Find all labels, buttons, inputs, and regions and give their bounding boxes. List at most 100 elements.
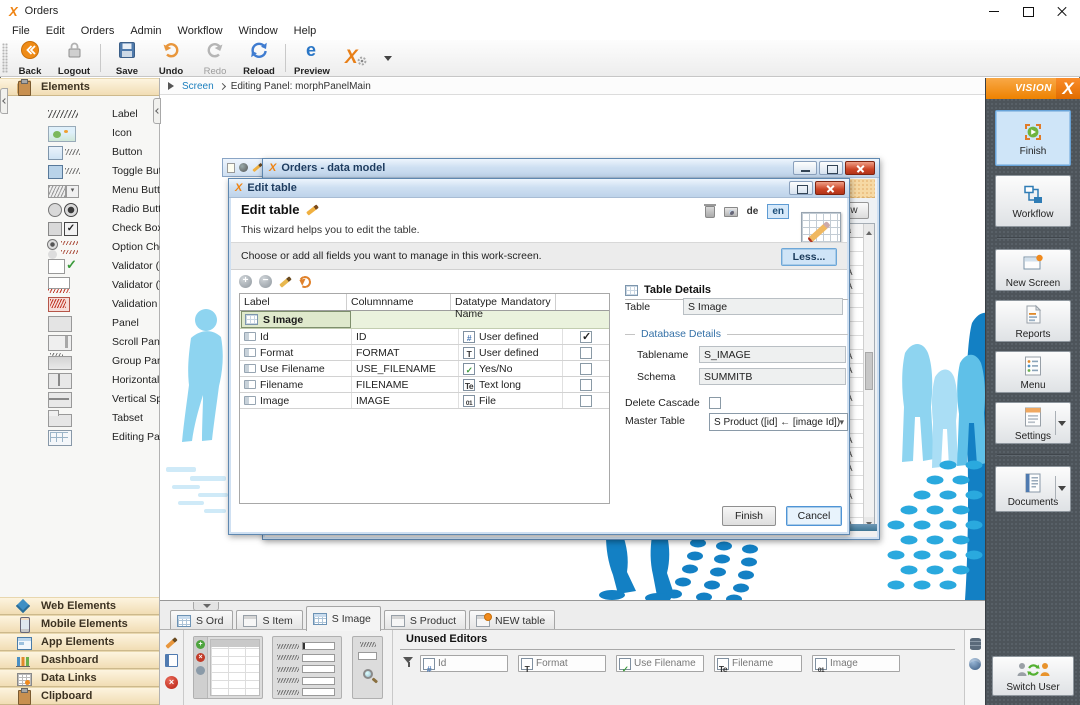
fields-grid[interactable]: Label Columnname Datatype Name Mandatory S … [239, 293, 610, 504]
grid-row[interactable]: Id ID # User defined [240, 329, 609, 345]
search-widget-thumbnail[interactable] [352, 636, 383, 699]
close-button[interactable] [815, 181, 845, 195]
mandatory-checkbox[interactable] [580, 394, 592, 407]
menu-item[interactable]: Help [286, 22, 325, 40]
palette-item[interactable]: Menu Button [0, 180, 172, 199]
scroll-up-icon[interactable] [864, 224, 874, 235]
finish-button[interactable]: Finish [722, 506, 776, 526]
grid-row[interactable]: Filename FILENAME Te Text long [240, 377, 609, 393]
sidebar-collapse-handle-left[interactable] [0, 88, 8, 114]
sidebar-collapse-handle[interactable] [153, 98, 161, 124]
palette-item[interactable]: Tabset [0, 408, 159, 427]
switch-user-button[interactable]: Switch User [992, 656, 1074, 696]
grid-row[interactable]: Use Filename USE_FILENAME ✓ Yes/No [240, 361, 609, 377]
menu-item[interactable]: Orders [73, 22, 123, 40]
table-widget-thumbnail[interactable]: + × [193, 636, 263, 699]
scroll-thumb[interactable] [865, 351, 873, 390]
mandatory-checkbox[interactable] [580, 346, 592, 359]
preview-button[interactable]: e Preview [291, 40, 333, 77]
palette-item[interactable]: Vertical Split [0, 389, 170, 408]
grid-row[interactable]: Image IMAGE 01 File [240, 393, 609, 409]
edit-table-titlebar[interactable]: X Edit table [229, 179, 849, 198]
save-button[interactable]: Save [106, 41, 148, 77]
edit-icon[interactable] [165, 637, 178, 649]
schema-value[interactable]: SUMMITB [699, 368, 846, 385]
grid-column-header[interactable]: Mandatory [497, 294, 556, 310]
palette-item[interactable]: Label [0, 104, 159, 123]
minimize-button[interactable] [977, 0, 1011, 22]
unused-editor-chip[interactable]: Te Filename [714, 655, 802, 674]
visionx-documents-button[interactable]: Documents [995, 466, 1071, 512]
menu-item[interactable]: Admin [122, 22, 169, 40]
grid-group-row[interactable]: S Image [240, 311, 609, 329]
unused-editor-chip[interactable]: # Id [420, 655, 508, 674]
sidebar-section-header[interactable]: Web Elements [0, 597, 159, 615]
cancel-button[interactable]: Cancel [786, 506, 842, 526]
sidebar-section-header[interactable]: Clipboard [0, 687, 159, 705]
palette-item[interactable]: Validator (Image) [0, 256, 192, 275]
palette-item[interactable]: Radio Button [0, 199, 173, 218]
filter-funnel-icon[interactable] [403, 657, 414, 667]
palette-item[interactable]: Icon [0, 123, 159, 142]
table-tab[interactable]: NEW table [469, 610, 556, 631]
sidebar-section-header[interactable]: Mobile Elements [0, 615, 159, 633]
visionx-workflow-button[interactable]: Workflow [995, 175, 1071, 227]
undo-button[interactable]: Undo [150, 41, 192, 77]
menu-item[interactable]: Edit [38, 22, 73, 40]
sidebar-section-header[interactable]: Dashboard [0, 651, 159, 669]
table-tab[interactable]: S Product [383, 610, 466, 631]
unused-editor-chip[interactable]: T Format [518, 655, 606, 674]
unused-editor-chip[interactable]: 01 Image [812, 655, 900, 674]
table-tab[interactable]: S Image [305, 606, 381, 631]
breadcrumb-root[interactable]: Screen [182, 81, 214, 92]
palette-item[interactable]: Button [0, 142, 159, 161]
refresh-icon[interactable] [297, 274, 313, 289]
mandatory-checkbox[interactable] [580, 378, 592, 391]
toolbar-dropdown-icon[interactable] [384, 55, 392, 65]
less-button[interactable]: Less... [781, 248, 837, 266]
maximize-button[interactable] [789, 181, 813, 195]
elements-header[interactable]: Elements [0, 78, 159, 96]
visionx-menu-button[interactable]: Menu [995, 351, 1071, 393]
visionx-new-screen-button[interactable]: New Screen [995, 249, 1071, 291]
palette-item[interactable]: Group Panel [0, 351, 171, 370]
palette-item[interactable]: Check Box [0, 218, 163, 237]
reload-button[interactable]: Reload [238, 41, 280, 77]
palette-item[interactable]: Validation Result [0, 294, 190, 313]
database-icon[interactable] [969, 638, 981, 650]
palette-item[interactable]: Scroll Panel [0, 332, 168, 351]
screenshot-icon[interactable] [723, 206, 738, 217]
delete-icon[interactable] [703, 203, 716, 218]
globe-icon[interactable] [969, 658, 981, 670]
documents-dropdown-icon[interactable] [1055, 475, 1068, 503]
grid-column-header[interactable]: Label [240, 294, 347, 310]
menu-item[interactable]: File [4, 22, 38, 40]
form-widget-thumbnail[interactable] [272, 636, 342, 699]
close-button[interactable] [845, 161, 875, 175]
mandatory-checkbox[interactable] [580, 330, 592, 343]
menu-item[interactable]: Workflow [170, 22, 231, 40]
scrollbar[interactable] [863, 224, 874, 528]
table-tab[interactable]: S Item [236, 610, 303, 631]
maximize-button[interactable] [1011, 0, 1045, 22]
menu-item[interactable]: Window [231, 22, 286, 40]
palette-item[interactable]: Editing Panel [0, 427, 174, 446]
grid-column-header[interactable]: Columnname [347, 294, 451, 310]
close-button[interactable] [1045, 0, 1079, 22]
add-row-icon[interactable]: + [239, 275, 252, 288]
table-tab[interactable]: S Ord [170, 610, 234, 631]
edit-row-icon[interactable] [279, 275, 292, 288]
palette-item[interactable]: Validator (Text) [0, 275, 182, 294]
remove-row-icon[interactable]: − [259, 275, 272, 288]
sidebar-section-header[interactable]: Data Links [0, 669, 159, 687]
language-de[interactable]: de [747, 206, 759, 217]
design-canvas[interactable]: X Orders - data model w Pa RIRICACARIR [160, 95, 985, 600]
tablename-value[interactable]: S_IMAGE [699, 346, 846, 363]
palette-item[interactable]: Option Chooser [0, 237, 186, 256]
delete-cascade-checkbox[interactable] [709, 397, 721, 409]
data-model-titlebar[interactable]: X Orders - data model [263, 159, 879, 178]
logout-button[interactable]: Logout [53, 41, 95, 77]
visionx-finish-button[interactable]: Finish [995, 110, 1071, 166]
back-button[interactable]: Back [9, 40, 51, 77]
grid-column-header[interactable]: Datatype Name [451, 294, 497, 320]
